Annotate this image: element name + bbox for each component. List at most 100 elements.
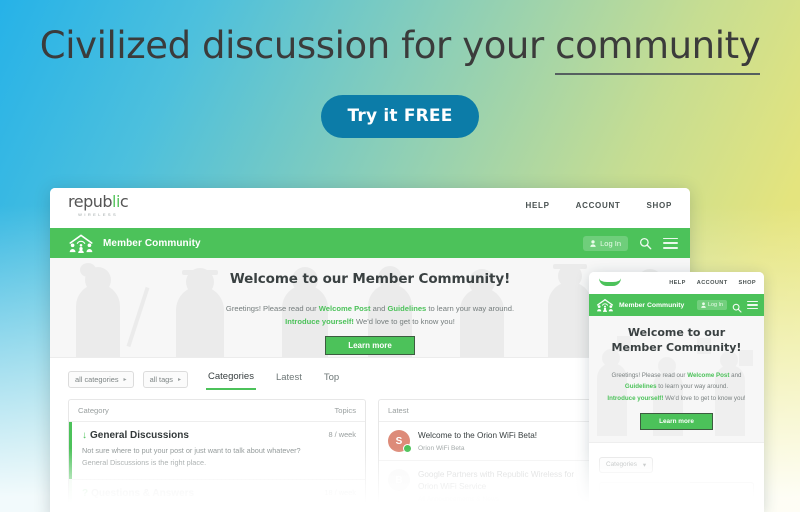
- try-it-free-button[interactable]: Try it FREE: [321, 95, 479, 138]
- mobile-topbar: HELP ACCOUNT SHOP: [589, 272, 764, 294]
- mobile-top-nav: HELP ACCOUNT SHOP: [669, 280, 756, 286]
- user-icon: [701, 302, 706, 308]
- category-name[interactable]: ↓ General Discussions: [82, 430, 320, 441]
- welcome-line1-b: and: [729, 371, 742, 379]
- community-header-bar: Member Community Log In: [50, 228, 690, 258]
- online-status-dot: [403, 444, 412, 453]
- nav-item-account[interactable]: ACCOUNT: [697, 280, 728, 286]
- tab-categories[interactable]: Categories: [206, 368, 256, 390]
- search-icon[interactable]: [639, 237, 652, 250]
- learn-more-button[interactable]: Learn more: [325, 335, 415, 355]
- mobile-body: Categories ▾: [589, 443, 764, 512]
- chevron-down-icon: ▸: [177, 376, 181, 383]
- community-title: Member Community: [619, 301, 685, 309]
- col-header-topics: Topics: [334, 406, 356, 415]
- introduce-yourself-link[interactable]: Introduce yourself!: [285, 317, 354, 326]
- categories-label: Categories: [606, 461, 637, 469]
- topic-title[interactable]: Welcome to the Orion WiFi Beta!: [418, 430, 537, 442]
- category-description: Not sure where to put your post or just …: [82, 446, 301, 468]
- page-title-plain: Civilized discussion for your: [39, 24, 556, 67]
- nav-item-shop[interactable]: SHOP: [647, 201, 672, 210]
- category-accent-bar: [69, 479, 72, 512]
- community-title: Member Community: [103, 237, 201, 249]
- nav-item-help[interactable]: HELP: [525, 201, 549, 210]
- topic-category: Orion WiFi Beta: [418, 444, 465, 452]
- login-button[interactable]: Log In: [697, 300, 727, 310]
- search-icon[interactable]: [732, 300, 742, 313]
- guidelines-link[interactable]: Guidelines: [625, 383, 657, 390]
- welcome-line1-a: Greetings! Please read our: [611, 371, 688, 379]
- introduce-yourself-link[interactable]: Introduce yourself!: [607, 395, 663, 402]
- welcome-post-link[interactable]: Welcome Post: [687, 372, 729, 379]
- welcome-post-link[interactable]: Welcome Post: [319, 304, 371, 313]
- welcome-heading: Welcome to our Member Community!: [611, 326, 742, 354]
- table-row[interactable]: ? Questions & Answers Need to know "How d…: [69, 479, 365, 512]
- col-header-latest: Latest: [388, 406, 409, 415]
- latest-panel: Latest S Welcome to the Orion WiFi Beta!…: [378, 399, 596, 512]
- topic-category: All Announcements & News: [418, 495, 499, 503]
- community-house-icon: [596, 298, 614, 312]
- logo-tagline: WIRELESS: [78, 212, 119, 217]
- nav-item-shop[interactable]: SHOP: [739, 280, 756, 286]
- chevron-down-icon: ▸: [123, 376, 127, 383]
- tab-latest[interactable]: Latest: [274, 369, 304, 389]
- avatar: B: [388, 469, 410, 491]
- all-categories-label: all categories: [75, 374, 119, 384]
- categories-panel: Category Topics ↓ General Discussions Not…: [68, 399, 366, 512]
- welcome-line1-c: to learn your way around.: [426, 304, 515, 313]
- community-header-actions: Log In: [583, 235, 678, 251]
- login-label: Log In: [600, 238, 621, 248]
- guidelines-link[interactable]: Guidelines: [387, 304, 426, 313]
- nav-item-help[interactable]: HELP: [669, 280, 686, 286]
- mobile-content-panel: [599, 481, 754, 512]
- republic-wireless-logo[interactable]: republic WIRELESS: [68, 192, 129, 218]
- welcome-paragraph: Greetings! Please read our Welcome Post …: [226, 302, 514, 329]
- logo-wordmark: republic: [68, 192, 129, 211]
- welcome-paragraph: Greetings! Please read our Welcome Post …: [601, 370, 752, 404]
- user-icon: [590, 239, 596, 247]
- page-root: Civilized discussion for your community …: [0, 0, 800, 512]
- republic-wireless-topbar: republic WIRELESS HELP ACCOUNT SHOP: [50, 188, 690, 228]
- community-house-icon: [68, 233, 94, 253]
- categories-dropdown[interactable]: Categories ▾: [599, 456, 654, 473]
- hamburger-menu-icon[interactable]: [663, 237, 678, 249]
- login-button[interactable]: Log In: [583, 235, 628, 251]
- category-accent-bar: [69, 422, 72, 479]
- welcome-line2-b: We'd love to get to know you!: [353, 317, 455, 327]
- list-item[interactable]: S Welcome to the Orion WiFi Beta! Orion …: [379, 422, 595, 461]
- mobile-welcome-banner: Welcome to our Member Community! Greetin…: [589, 316, 764, 444]
- all-tags-dropdown[interactable]: all tags ▸: [142, 370, 188, 388]
- hero-section: Civilized discussion for your community …: [0, 0, 800, 138]
- category-bullet-icon: ↓: [82, 430, 87, 441]
- tab-top[interactable]: Top: [322, 369, 341, 389]
- category-bullet-icon: ?: [82, 487, 89, 499]
- avatar: S: [388, 430, 412, 453]
- hamburger-menu-icon[interactable]: [747, 301, 758, 309]
- category-topic-count: 18 / week: [324, 487, 356, 497]
- table-row[interactable]: ↓ General Discussions Not sure where to p…: [69, 422, 365, 480]
- page-title: Civilized discussion for your community: [0, 24, 800, 75]
- all-categories-dropdown[interactable]: all categories ▸: [68, 370, 134, 388]
- page-title-underlined: community: [555, 24, 761, 75]
- mobile-community-header: Member Community Log In: [589, 294, 764, 316]
- welcome-line1-b: and: [370, 304, 388, 313]
- avatar-letter: S: [395, 435, 403, 447]
- learn-more-button[interactable]: Learn more: [640, 413, 713, 431]
- welcome-heading: Welcome to our Member Community!: [229, 271, 511, 287]
- login-label: Log In: [708, 302, 723, 308]
- republic-wireless-swoosh-logo[interactable]: [599, 278, 621, 286]
- col-header-category: Category: [78, 406, 109, 415]
- welcome-line2-b: to learn your way around.: [656, 383, 729, 391]
- welcome-line1-a: Greetings! Please read our: [225, 304, 319, 313]
- category-topic-count: 8 / week: [328, 430, 356, 439]
- category-name[interactable]: ? Questions & Answers: [82, 488, 316, 499]
- desktop-top-nav: HELP ACCOUNT SHOP: [525, 201, 672, 210]
- list-item[interactable]: B Google Partners with Republic Wireless…: [379, 461, 595, 512]
- avatar-letter: B: [395, 474, 403, 486]
- mobile-mockup: HELP ACCOUNT SHOP Member Community Log I…: [589, 272, 764, 512]
- category-description: Need to know "How do I...", "Can I..." o…: [82, 503, 282, 512]
- categories-panel-header: Category Topics: [69, 400, 365, 422]
- welcome-line3-b: We'd love to get to know you!: [663, 394, 746, 402]
- topic-title[interactable]: Google Partners with Republic Wireless f…: [418, 469, 586, 493]
- nav-item-account[interactable]: ACCOUNT: [576, 201, 621, 210]
